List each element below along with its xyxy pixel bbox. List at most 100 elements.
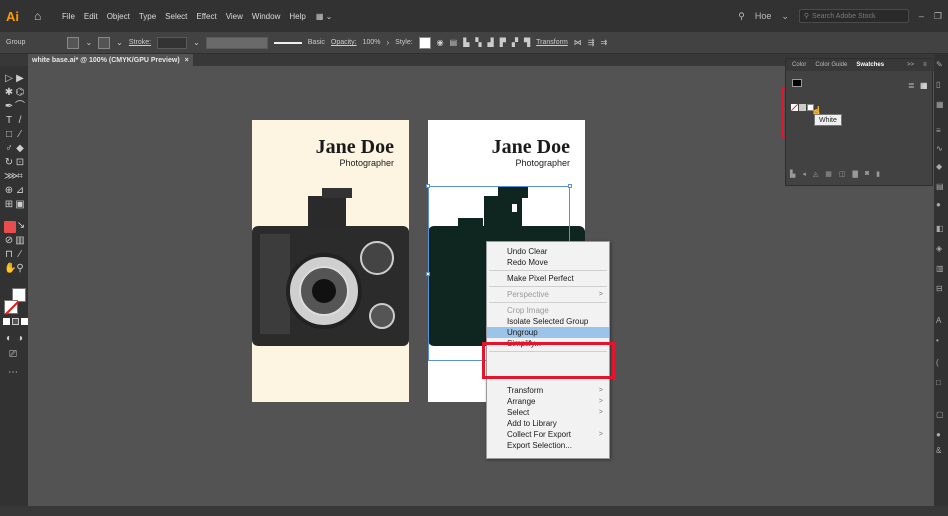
- none-mode-icon[interactable]: [21, 318, 28, 325]
- search-help-icon[interactable]: ⚲: [738, 11, 745, 22]
- menu-effect[interactable]: Effect: [196, 12, 216, 21]
- document-tab[interactable]: white base.ai* @ 100% (CMYK/GPU Preview)…: [28, 54, 193, 66]
- menu-item-perspective[interactable]: Perspective >: [487, 289, 609, 300]
- menu-item-export-selection[interactable]: Export Selection...: [487, 440, 609, 451]
- chevron-down-icon[interactable]: ⌄: [193, 38, 200, 47]
- artboard-cream[interactable]: Jane Doe Photographer: [252, 120, 409, 402]
- selection-tool-icon[interactable]: ▷: [4, 74, 14, 84]
- menu-item-select[interactable]: Select >: [487, 407, 609, 418]
- shaper-tool-icon[interactable]: ♂: [4, 144, 14, 154]
- resize-handle[interactable]: [426, 184, 430, 188]
- swatch-black[interactable]: [792, 79, 802, 87]
- pen-tool-icon[interactable]: ✒: [4, 102, 14, 112]
- list-view-icon[interactable]: ≣: [908, 81, 915, 90]
- show-kinds-icon[interactable]: ◂: [802, 170, 806, 178]
- puppet-icon[interactable]: ⇶: [588, 38, 595, 47]
- menu-type[interactable]: Type: [139, 12, 156, 21]
- chevron-down-icon[interactable]: ⌄: [85, 38, 92, 47]
- menu-item-arrange[interactable]: Arrange >: [487, 396, 609, 407]
- stroke-color-dropdown[interactable]: [98, 36, 111, 49]
- lasso-icon[interactable]: ⌬: [15, 88, 25, 98]
- screen-mode-icon[interactable]: ⎚: [8, 350, 18, 360]
- character-icon[interactable]: A: [936, 316, 946, 326]
- more-tools-icon[interactable]: ⋯: [8, 368, 18, 378]
- panel-menu-icon[interactable]: ≡: [923, 62, 927, 68]
- artboards-icon[interactable]: ▥: [936, 264, 946, 274]
- new-group-icon[interactable]: ◫: [839, 170, 846, 178]
- menu-item-isolate-selected-group[interactable]: Isolate Selected Group: [487, 316, 609, 327]
- stroke-label[interactable]: Stroke:: [129, 39, 151, 46]
- curvature-tool-icon[interactable]: ⌒: [15, 102, 25, 112]
- swatch-library-icon[interactable]: ▙: [790, 170, 795, 178]
- recolor-icon[interactable]: ◉: [437, 38, 444, 47]
- eyedropper-active-icon[interactable]: [4, 221, 16, 233]
- close-icon[interactable]: ×: [185, 57, 189, 64]
- libraries-icon[interactable]: ●: [936, 430, 946, 440]
- menu-item-ungroup[interactable]: Ungroup: [487, 327, 609, 338]
- swatch-none[interactable]: [791, 104, 798, 111]
- align-bottom-icon[interactable]: ▜: [524, 38, 530, 47]
- gradient-mode-icon[interactable]: [12, 318, 19, 325]
- brushes-icon[interactable]: ✎: [936, 60, 946, 70]
- opacity-label[interactable]: Opacity:: [331, 39, 357, 46]
- shape-builder-icon[interactable]: ⊕: [4, 186, 14, 196]
- stroke-weight-field[interactable]: [157, 36, 188, 49]
- paragraph-icon[interactable]: •: [936, 336, 946, 346]
- opentype-icon[interactable]: □: [936, 378, 946, 388]
- hand-tool-icon[interactable]: ✋: [4, 264, 16, 274]
- transparency-icon[interactable]: ◧: [936, 224, 946, 234]
- rectangle-tool-icon[interactable]: □: [4, 130, 14, 140]
- chevron-down-icon[interactable]: ⌄: [116, 38, 123, 47]
- minimize-icon[interactable]: –: [919, 11, 924, 21]
- properties-icon[interactable]: ▯: [936, 80, 946, 90]
- camera-illustration[interactable]: [252, 176, 409, 376]
- new-swatch-icon[interactable]: ◙: [865, 170, 869, 178]
- symbols-icon[interactable]: ●: [936, 200, 946, 210]
- menu-select[interactable]: Select: [165, 12, 187, 21]
- folder-icon[interactable]: ▇: [853, 170, 858, 178]
- isolate-icon[interactable]: ⋈: [574, 38, 582, 47]
- color-mode-icon[interactable]: [3, 318, 10, 325]
- zoom-tool-icon[interactable]: ⚲: [15, 264, 25, 274]
- menu-item-collect-for-export[interactable]: Collect For Export >: [487, 429, 609, 440]
- delete-icon[interactable]: ▮: [876, 170, 880, 178]
- align-right-icon[interactable]: ▟: [488, 38, 494, 47]
- line-tool-icon[interactable]: /: [15, 116, 25, 126]
- symbol-sprayer-icon[interactable]: ⊘: [4, 236, 14, 246]
- glyphs-icon[interactable]: (: [936, 358, 946, 368]
- menu-file[interactable]: File: [62, 12, 75, 21]
- fill-dropdown[interactable]: [67, 36, 80, 49]
- home-icon[interactable]: ⌂: [34, 9, 48, 23]
- graphic-styles-icon[interactable]: ▤: [936, 182, 946, 192]
- menu-item-add-to-library[interactable]: Add to Library: [487, 418, 609, 429]
- chevron-down-icon[interactable]: ⌄: [781, 11, 789, 22]
- swatch-registration[interactable]: [799, 104, 806, 111]
- color-group-icon[interactable]: ▦: [825, 170, 832, 178]
- warp-icon[interactable]: ⇉: [601, 38, 608, 47]
- perspective-grid-icon[interactable]: ⊿: [15, 186, 25, 196]
- magic-wand-icon[interactable]: ✱: [4, 88, 14, 98]
- align-left-icon[interactable]: ▙: [463, 38, 469, 47]
- rotate-tool-icon[interactable]: ↻: [4, 158, 14, 168]
- mesh-tool-icon[interactable]: ⊞: [4, 200, 14, 210]
- transform-link[interactable]: Transform: [536, 39, 568, 46]
- stroke-color-swatch[interactable]: [4, 300, 18, 314]
- resize-handle[interactable]: [568, 184, 572, 188]
- gradient-tool-icon[interactable]: ▣: [15, 200, 25, 210]
- style-swatch[interactable]: [418, 36, 431, 49]
- draw-inside-icon[interactable]: ◑: [15, 334, 25, 344]
- align-center-icon[interactable]: ▚: [475, 38, 481, 47]
- menu-view[interactable]: View: [226, 12, 243, 21]
- user-menu[interactable]: Hoe: [755, 11, 772, 21]
- menu-item-undo-clear[interactable]: Undo Clear: [487, 246, 609, 257]
- pathfinder-icon[interactable]: ◈: [936, 244, 946, 254]
- align-middle-icon[interactable]: ▞: [512, 38, 518, 47]
- resize-handle[interactable]: [426, 272, 430, 276]
- brush-stroke-preview[interactable]: [273, 41, 302, 44]
- slice-tool-icon[interactable]: ∕: [15, 250, 25, 260]
- tab-swatches[interactable]: Swatches: [856, 62, 884, 68]
- chevron-right-icon[interactable]: ›: [386, 38, 389, 47]
- blend-tool-icon[interactable]: ↘: [16, 221, 26, 231]
- draw-mode-icon[interactable]: ◐: [4, 334, 14, 344]
- menu-help[interactable]: Help: [289, 12, 305, 21]
